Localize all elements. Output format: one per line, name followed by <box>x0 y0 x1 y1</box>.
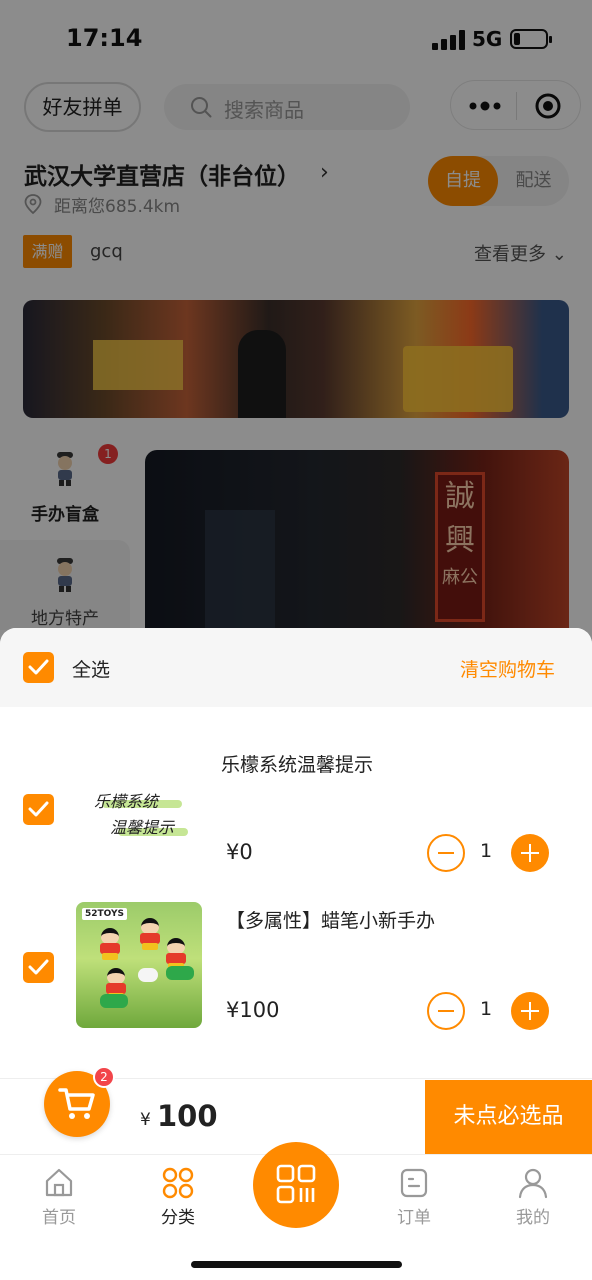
check-icon <box>28 801 49 817</box>
quantity-stepper: 1 <box>427 992 549 1030</box>
scan-qr-icon <box>276 1164 316 1204</box>
quantity-value: 1 <box>479 840 493 862</box>
cart-item: 52TOYS 【多属性】蜡笔小新手办 ¥100 1 <box>0 900 592 1040</box>
category-grid-icon <box>162 1167 194 1199</box>
tab-label: 我的 <box>516 1208 550 1228</box>
tab-profile[interactable]: 我的 <box>493 1167 573 1231</box>
profile-icon <box>518 1168 548 1199</box>
toy-dog <box>138 968 158 982</box>
shopping-cart-icon <box>58 1088 95 1119</box>
cart-count-badge: 2 <box>93 1066 115 1088</box>
minus-icon[interactable] <box>427 992 465 1030</box>
scan-button[interactable] <box>253 1142 339 1228</box>
total-currency: ¥ <box>140 1110 151 1130</box>
tab-label: 订单 <box>397 1208 431 1228</box>
item-thumbnail[interactable]: 52TOYS <box>76 902 202 1028</box>
plus-icon[interactable] <box>511 834 549 872</box>
plus-icon[interactable] <box>511 992 549 1030</box>
toy-figure <box>138 918 162 950</box>
home-indicator <box>191 1261 402 1268</box>
thumb-text: 温馨提示 <box>110 818 175 837</box>
check-icon <box>28 659 49 675</box>
must-select-button[interactable]: 未点必选品 <box>425 1080 592 1154</box>
toy-car <box>166 966 194 980</box>
minus-icon[interactable] <box>427 834 465 872</box>
tab-category[interactable]: 分类 <box>138 1167 218 1231</box>
toy-car <box>100 994 128 1008</box>
brand-label: 52TOYS <box>82 908 127 920</box>
select-all-checkbox[interactable] <box>23 652 54 683</box>
item-checkbox[interactable] <box>23 794 54 825</box>
home-icon <box>45 1168 73 1197</box>
quantity-value: 1 <box>479 998 493 1020</box>
thumb-text: 乐檬系统 <box>94 792 159 811</box>
select-all-label[interactable]: 全选 <box>72 655 110 682</box>
handwritten-notice-image: 乐檬系统 温馨提示 <box>88 788 192 844</box>
quantity-stepper: 1 <box>427 834 549 872</box>
tab-label: 分类 <box>161 1208 195 1228</box>
tab-orders[interactable]: 订单 <box>374 1167 454 1231</box>
order-icon <box>400 1168 428 1198</box>
item-price: ¥0 <box>226 840 253 864</box>
cart-sheet-header: 全选 清空购物车 <box>0 628 592 707</box>
item-thumbnail[interactable]: 乐檬系统 温馨提示 <box>76 754 202 880</box>
tab-home[interactable]: 首页 <box>19 1167 99 1231</box>
toy-figure <box>98 928 122 960</box>
cart-total: 100 <box>157 1099 218 1133</box>
clear-cart-button[interactable]: 清空购物车 <box>460 655 555 682</box>
tab-label: 首页 <box>42 1208 76 1228</box>
item-title: 【多属性】蜡笔小新手办 <box>226 910 436 932</box>
item-checkbox[interactable] <box>23 952 54 983</box>
check-icon <box>28 959 49 975</box>
item-title: 乐檬系统温馨提示 <box>221 754 374 776</box>
item-price: ¥100 <box>226 998 280 1022</box>
cart-item: 乐檬系统 温馨提示 乐檬系统温馨提示 ¥0 1 <box>0 738 592 880</box>
